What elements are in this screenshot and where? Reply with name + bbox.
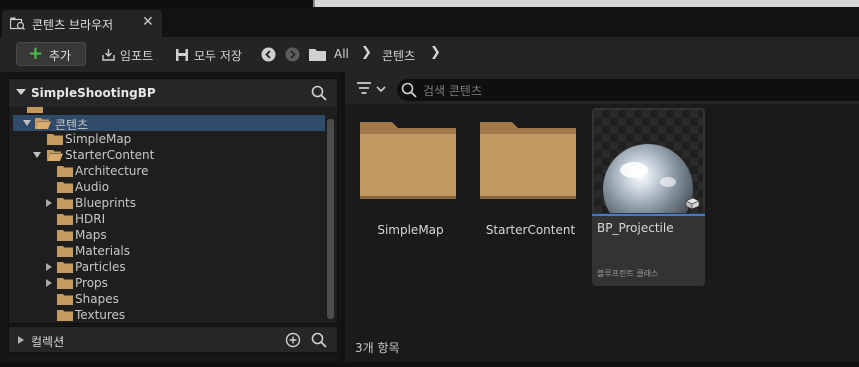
tree-item-particles[interactable]: Particles <box>9 259 321 275</box>
tree-item-shapes[interactable]: Shapes <box>9 291 321 307</box>
folder-icon <box>57 166 73 177</box>
chevron-right-icon[interactable]: ❯ <box>430 45 441 60</box>
tree-item-label: Maps <box>75 228 107 242</box>
asset-bp-projectile[interactable]: BP_Projectile 블루프린트 클래스 <box>592 108 705 286</box>
chevron-right-icon[interactable] <box>46 279 52 287</box>
chevron-right-icon[interactable] <box>18 336 24 344</box>
folder-tree: 콘텐츠 SimpleMap StarterContent Architectur… <box>9 107 329 324</box>
folder-icon <box>360 122 456 199</box>
toolbar: + 추가 임포트 모두 저장 All ❯ 콘텐츠 ❯ <box>0 37 859 72</box>
chevron-right-icon[interactable] <box>46 263 52 271</box>
filter-bar: 검색 콘텐츠 <box>345 72 859 104</box>
forward-icon[interactable] <box>285 47 300 62</box>
tree-item-blueprints[interactable]: Blueprints <box>9 195 321 211</box>
tree-item-maps[interactable]: Maps <box>9 227 321 243</box>
breadcrumb-content[interactable]: 콘텐츠 <box>382 47 415 64</box>
tree-item-hdri[interactable]: HDRI <box>9 211 321 227</box>
folder-icon <box>480 122 576 199</box>
folder-open-icon <box>47 150 63 161</box>
tree-item-label: StarterContent <box>65 148 155 162</box>
project-title: SimpleShootingBP <box>31 86 156 100</box>
folder-icon <box>57 310 73 321</box>
folder-icon <box>57 182 73 193</box>
back-icon[interactable] <box>261 47 276 62</box>
folder-icon <box>57 230 73 241</box>
asset-thumbnail <box>594 110 703 213</box>
tree-item-label: Architecture <box>75 164 149 178</box>
chevron-right-icon[interactable] <box>46 199 52 207</box>
close-icon[interactable]: ✕ <box>142 14 154 30</box>
save-all-button-label: 모두 저장 <box>194 49 242 63</box>
tab-content-browser[interactable]: 콘텐츠 브라우저 ✕ <box>2 10 162 37</box>
asset-folder-simplemap[interactable]: SimpleMap <box>354 108 467 286</box>
tree-item-label: Materials <box>75 244 131 258</box>
folder-icon <box>57 278 73 289</box>
folder-icon <box>57 214 73 225</box>
folder-icon[interactable] <box>309 48 326 61</box>
tab-bar: 콘텐츠 브라우저 ✕ <box>0 7 859 37</box>
import-icon <box>102 49 115 61</box>
tree-item-label: Shapes <box>75 292 119 306</box>
tree-item-label: Textures <box>75 308 126 322</box>
tree-scrollbar-thumb[interactable] <box>327 119 334 319</box>
chevron-down-icon[interactable] <box>23 120 31 126</box>
collections-label: 컬렉션 <box>31 335 65 349</box>
asset-name: BP_Projectile <box>597 221 674 235</box>
folder-icon <box>57 246 73 257</box>
folder-icon <box>27 107 43 113</box>
bottom-strip <box>0 362 859 367</box>
asset-type-bar <box>592 214 705 216</box>
tree-item-content[interactable]: 콘텐츠 <box>13 115 325 132</box>
breadcrumb-all[interactable]: All <box>334 47 349 61</box>
folder-open-icon <box>35 118 51 129</box>
search-icon <box>401 82 417 98</box>
item-count: 3개 항목 <box>355 341 400 355</box>
folder-icon <box>47 134 63 145</box>
add-button[interactable]: + 추가 <box>16 42 86 66</box>
tree-item-label: Audio <box>75 180 110 194</box>
tree-item-startercontent[interactable]: StarterContent <box>9 147 321 163</box>
tree-item-label: Particles <box>75 260 126 274</box>
content-browser-icon <box>10 17 25 30</box>
tab-title: 콘텐츠 브라우저 <box>32 18 114 32</box>
content-panel: 검색 콘텐츠 SimpleMap StarterContent BP_Proje… <box>345 72 859 362</box>
tree-item-architecture[interactable]: Architecture <box>9 163 321 179</box>
chevron-down-icon[interactable] <box>33 152 41 158</box>
search-placeholder: 검색 콘텐츠 <box>423 84 483 98</box>
asset-name: SimpleMap <box>377 223 444 237</box>
search-input[interactable]: 검색 콘텐츠 <box>397 79 859 101</box>
add-button-label: 추가 <box>49 49 72 63</box>
tree-row-clipped <box>9 107 321 115</box>
tree-item-label: Blueprints <box>75 196 137 210</box>
search-icon[interactable] <box>311 332 327 348</box>
collections-header[interactable]: 컬렉션 <box>8 326 338 353</box>
import-button-label: 임포트 <box>120 49 154 63</box>
asset-type-label: 블루프린트 클래스 <box>597 269 659 278</box>
asset-name: StarterContent <box>485 223 576 237</box>
blueprint-class-icon <box>685 197 700 210</box>
filter-icon[interactable] <box>357 82 389 96</box>
search-icon[interactable] <box>311 85 327 101</box>
chevron-right-icon: ❯ <box>361 45 372 60</box>
sources-header[interactable]: SimpleShootingBP <box>9 79 337 107</box>
chevron-down-icon[interactable] <box>16 89 26 95</box>
tree-item-audio[interactable]: Audio <box>9 179 321 195</box>
tree-item-textures[interactable]: Textures <box>9 307 321 323</box>
tree-item-label: SimpleMap <box>65 132 132 146</box>
tree-item-simplemap[interactable]: SimpleMap <box>9 131 321 147</box>
add-collection-icon[interactable] <box>285 332 301 348</box>
sources-panel: SimpleShootingBP 콘텐츠 SimpleMap StarterCo… <box>8 78 338 324</box>
asset-folder-startercontent[interactable]: StarterContent <box>474 108 587 286</box>
folder-icon <box>57 198 73 209</box>
tree-item-materials[interactable]: Materials <box>9 243 321 259</box>
viewport-preview <box>313 0 859 7</box>
folder-icon <box>57 294 73 305</box>
tree-item-label: Props <box>75 276 108 290</box>
plus-icon: + <box>28 43 44 64</box>
tree-item-props[interactable]: Props <box>9 275 321 291</box>
save-icon <box>176 49 188 61</box>
tree-item-label: HDRI <box>75 212 106 226</box>
folder-icon <box>57 262 73 273</box>
